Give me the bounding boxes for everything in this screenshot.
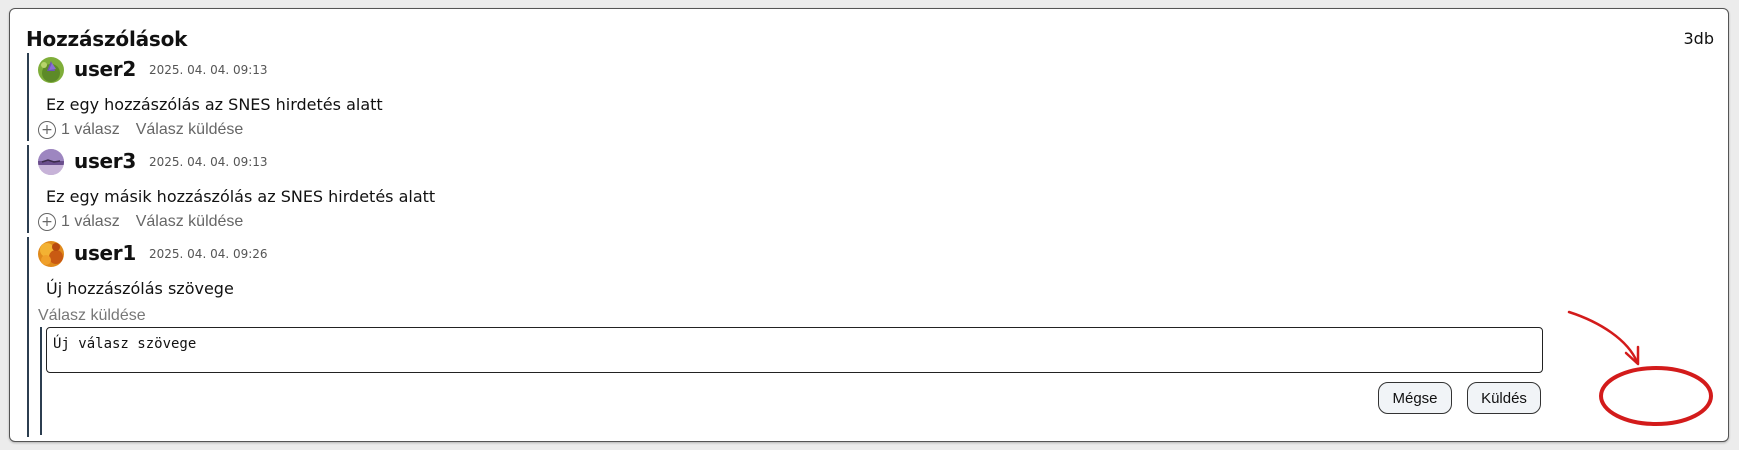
reply-count-toggle[interactable]: 1 válasz [61,121,120,139]
reply-form-label: Válasz küldése [38,307,146,324]
comment-item: user2 2025. 04. 04. 09:13 Ez egy hozzász… [27,53,1719,141]
comment-text: Ez egy másik hozzászólás az SNES hirdeté… [46,187,436,206]
username[interactable]: user2 [74,57,136,81]
comment-count: 3db [1683,29,1715,48]
timestamp: 2025. 04. 04. 09:26 [149,247,268,261]
plus-circle-icon[interactable]: + [38,121,56,139]
comments-panel: Hozzászólások 3db user2 2025. 04. 04. 09… [9,8,1729,442]
comment-text: Ez egy hozzászólás az SNES hirdetés alat… [46,95,383,114]
avatar[interactable] [38,149,64,175]
reply-row: + 1 válasz Válasz küldése [38,121,243,139]
timestamp: 2025. 04. 04. 09:13 [149,63,268,77]
username[interactable]: user1 [74,241,136,265]
cancel-button[interactable]: Mégse [1378,382,1452,414]
comment-item: user1 2025. 04. 04. 09:26 Új hozzászólás… [27,237,1719,437]
comment-text: Új hozzászólás szövege [46,279,234,298]
avatar[interactable] [38,241,64,267]
avatar[interactable] [38,57,64,83]
reply-row: + 1 válasz Válasz küldése [38,213,243,231]
reply-send-link[interactable]: Válasz küldése [136,213,244,231]
panel-title: Hozzászólások [26,27,188,51]
reply-form: Új válasz szövege Mégse Küldés [40,327,1721,435]
timestamp: 2025. 04. 04. 09:13 [149,155,268,169]
reply-count-toggle[interactable]: 1 válasz [61,213,120,231]
send-button[interactable]: Küldés [1467,382,1541,414]
reply-textarea[interactable]: Új válasz szövege [46,327,1543,373]
username[interactable]: user3 [74,149,136,173]
plus-circle-icon[interactable]: + [38,213,56,231]
reply-send-link[interactable]: Válasz küldése [136,121,244,139]
comment-item: user3 2025. 04. 04. 09:13 Ez egy másik h… [27,145,1719,233]
